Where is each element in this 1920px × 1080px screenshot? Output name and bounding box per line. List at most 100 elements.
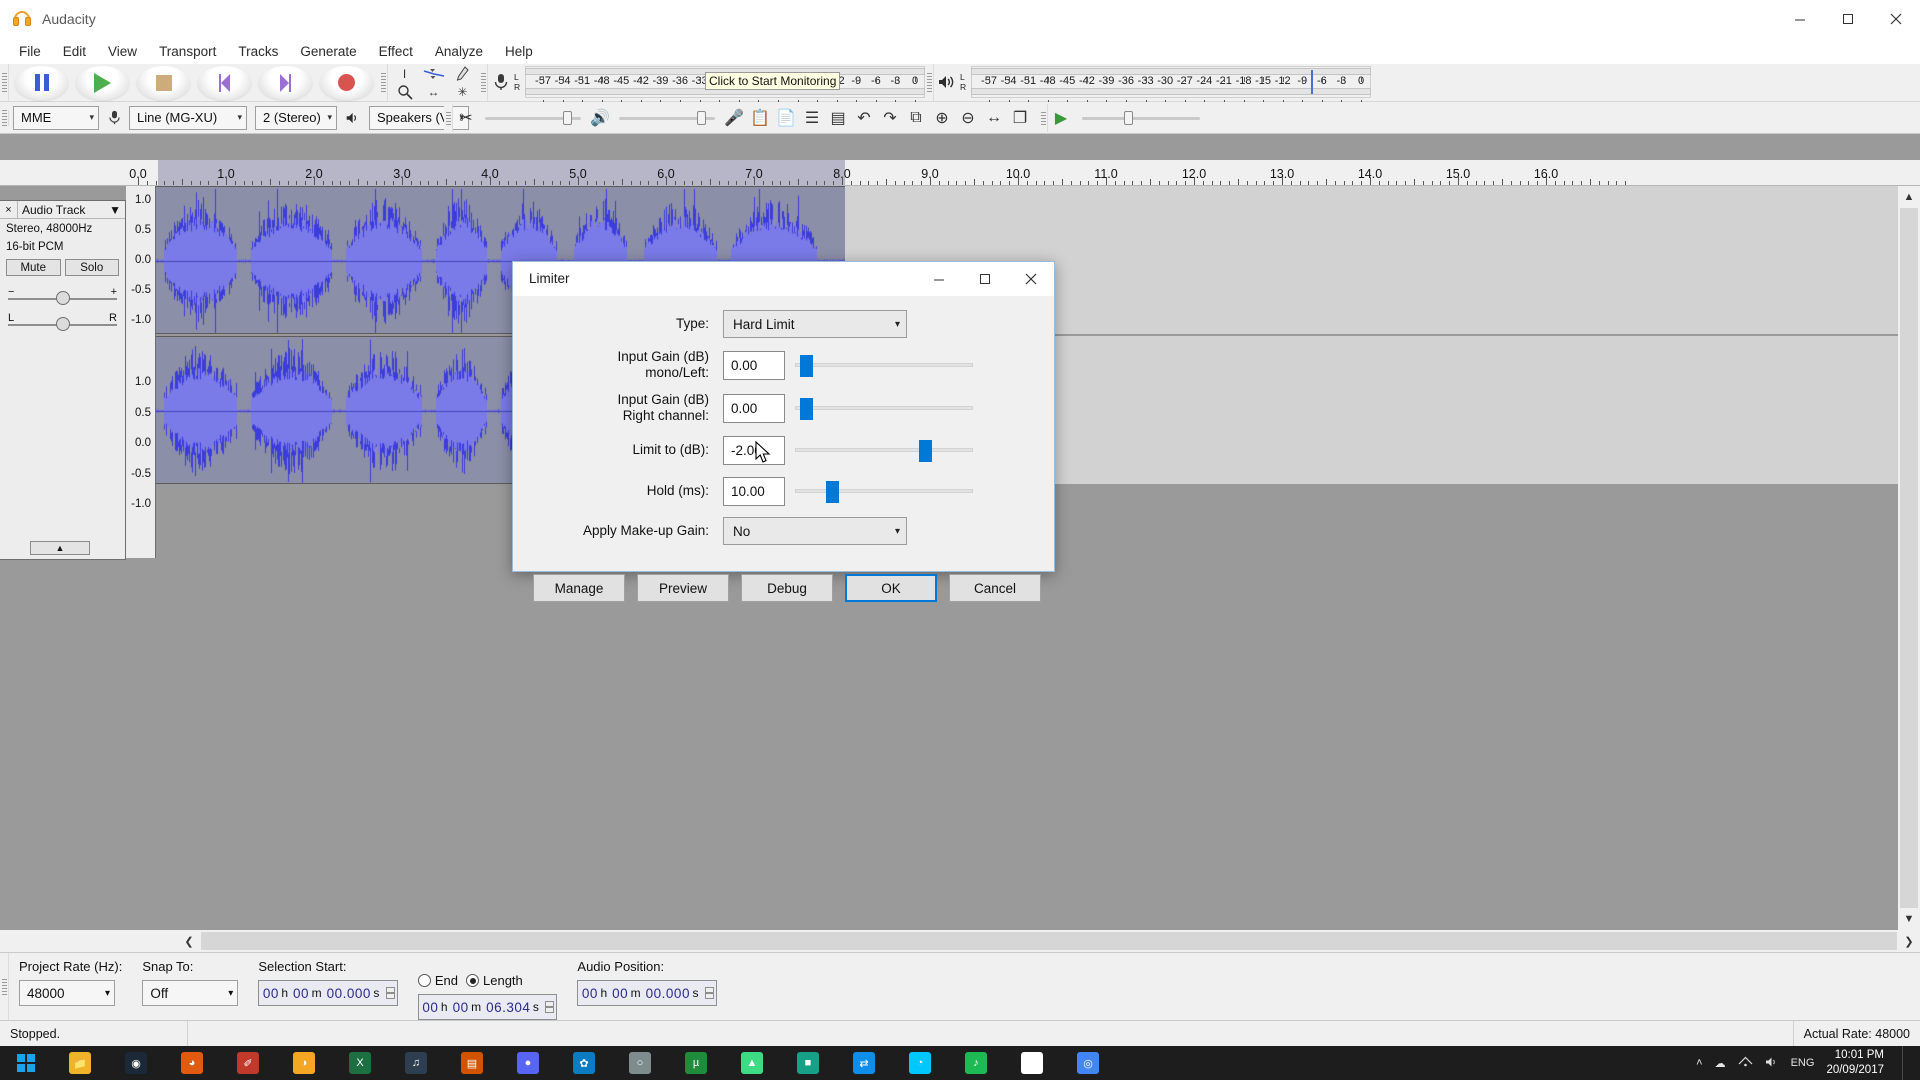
multi-tool[interactable]: ✳ xyxy=(448,83,477,101)
playback-speed-slider[interactable] xyxy=(1082,111,1200,125)
skip-to-end-button[interactable] xyxy=(255,65,316,101)
taskbar-firefox[interactable]: ◕ xyxy=(164,1046,220,1080)
selection-start-spinner[interactable] xyxy=(386,987,395,999)
clock[interactable]: 10:01 PM 20/09/2017 xyxy=(1826,1048,1890,1078)
menu-help[interactable]: Help xyxy=(494,41,544,62)
paste-icon[interactable]: 📄 xyxy=(773,105,799,131)
menu-generate[interactable]: Generate xyxy=(289,41,367,62)
sync-lock-icon[interactable]: ⧉ xyxy=(903,105,929,131)
selection-tool[interactable]: I xyxy=(390,65,419,83)
taskbar-file-explorer[interactable]: 📁 xyxy=(52,1046,108,1080)
selection-toolbar-grabber[interactable] xyxy=(0,953,9,1021)
redo-icon[interactable]: ↷ xyxy=(877,105,903,131)
hold-field[interactable]: 10.00 xyxy=(723,477,785,506)
tray-chevron-icon[interactable]: ˄ xyxy=(1696,1057,1702,1069)
taskbar-notes[interactable]: ✐ xyxy=(220,1046,276,1080)
audio-position-time[interactable]: 00 h 00 m 00.000 s xyxy=(577,980,717,1006)
input-gain-left-slider[interactable] xyxy=(795,350,973,380)
gain-slider[interactable]: − + xyxy=(8,286,117,308)
track-name-dropdown[interactable]: Audio Track ▼ xyxy=(18,203,125,217)
play-at-speed-button[interactable]: ▶ xyxy=(1048,105,1074,131)
menu-file[interactable]: File xyxy=(8,41,52,62)
dialog-maximize-icon[interactable] xyxy=(962,262,1008,296)
audio-host-select[interactable]: MME▾ xyxy=(13,106,99,130)
taskbar-utorrent[interactable]: µ xyxy=(668,1046,724,1080)
audio-position-spinner[interactable] xyxy=(705,987,714,999)
menu-transport[interactable]: Transport xyxy=(148,41,227,62)
type-select[interactable]: Hard Limit ▾ xyxy=(723,310,907,338)
cut-icon[interactable]: ✂ xyxy=(453,105,479,131)
end-radio[interactable]: End xyxy=(418,973,458,988)
silence-icon[interactable]: ▤ xyxy=(825,105,851,131)
snap-to-select[interactable]: Off▾ xyxy=(142,980,238,1006)
mute-button[interactable]: Mute xyxy=(6,259,61,276)
fit-project-button[interactable]: ❐ xyxy=(1007,105,1033,131)
tools-toolbar-grabber[interactable] xyxy=(379,64,388,101)
recording-volume-slider[interactable] xyxy=(619,111,715,125)
solo-button[interactable]: Solo xyxy=(65,259,120,276)
end-radio-button[interactable] xyxy=(418,974,431,987)
zoom-tool[interactable] xyxy=(390,83,419,101)
play-at-speed-grabber[interactable] xyxy=(1039,104,1048,132)
limit-to-field[interactable]: -2.00 xyxy=(723,436,785,465)
length-radio[interactable]: Length xyxy=(466,973,523,988)
stop-button[interactable] xyxy=(133,65,194,101)
scroll-down-button[interactable]: ▼ xyxy=(1898,908,1920,930)
timeshift-tool[interactable]: ↔ xyxy=(419,83,448,101)
scroll-left-button[interactable]: ❮ xyxy=(178,930,200,952)
vertical-scroll-track[interactable] xyxy=(1900,208,1918,908)
taskbar-teamviewer[interactable]: ⇄ xyxy=(836,1046,892,1080)
horizontal-scrollbar[interactable]: ❮ ❯ xyxy=(0,930,1920,952)
scroll-up-button[interactable]: ▲ xyxy=(1898,186,1920,208)
taskbar-audacity[interactable]: ◑ xyxy=(276,1046,332,1080)
taskbar-spotify[interactable]: ♪ xyxy=(948,1046,1004,1080)
taskbar-sheet-music[interactable]: ♫ xyxy=(388,1046,444,1080)
menu-tracks[interactable]: Tracks xyxy=(227,41,289,62)
recording-device-select[interactable]: Line (MG-XU)▾ xyxy=(129,106,247,130)
close-icon[interactable] xyxy=(1872,0,1920,38)
collapse-track-button[interactable]: ▲ xyxy=(30,541,90,555)
recording-channels-select[interactable]: 2 (Stereo)▾ xyxy=(255,106,337,130)
input-gain-right-slider[interactable] xyxy=(795,393,973,423)
cancel-button[interactable]: Cancel xyxy=(949,574,1041,602)
dialog-close-icon[interactable] xyxy=(1008,262,1054,296)
makeup-gain-select[interactable]: No ▾ xyxy=(723,517,907,545)
edit-toolbar-grabber[interactable] xyxy=(444,104,453,132)
taskbar-mail[interactable]: ✉ xyxy=(1004,1046,1060,1080)
hold-slider[interactable] xyxy=(795,476,973,506)
vertical-scrollbar[interactable]: ▲ ▼ xyxy=(1898,186,1920,930)
play-meter-toolbar[interactable]: LR -57-54-51-48-45-42-39-36-33-30-27-24-… xyxy=(934,64,1371,100)
taskbar-paint[interactable]: ✿ xyxy=(556,1046,612,1080)
start-button[interactable] xyxy=(0,1046,52,1080)
zoom-in-button[interactable]: ⊕ xyxy=(929,105,955,131)
onedrive-icon[interactable]: ☁ xyxy=(1715,1057,1726,1070)
manage-button[interactable]: Manage xyxy=(533,574,625,602)
skip-to-start-button[interactable] xyxy=(194,65,255,101)
input-gain-left-field[interactable]: 0.00 xyxy=(723,351,785,380)
selection-length-spinner[interactable] xyxy=(545,1001,554,1013)
taskbar-steam[interactable]: ◉ xyxy=(108,1046,164,1080)
taskbar-photoshop[interactable]: ◔ xyxy=(892,1046,948,1080)
taskbar-voicemeeter[interactable]: ▤ xyxy=(444,1046,500,1080)
taskbar-green-app[interactable]: ■ xyxy=(780,1046,836,1080)
debug-button[interactable]: Debug xyxy=(741,574,833,602)
ok-button[interactable]: OK xyxy=(845,574,937,602)
record-meter-toolbar[interactable]: LR -57-54-51-48-45-42-39-36-33-30-27-24-… xyxy=(488,64,925,100)
horizontal-scroll-track[interactable] xyxy=(201,932,1897,950)
taskbar-excel[interactable]: X xyxy=(332,1046,388,1080)
network-icon[interactable] xyxy=(1738,1056,1753,1071)
dialog-minimize-icon[interactable] xyxy=(916,262,962,296)
menu-edit[interactable]: Edit xyxy=(52,41,97,62)
play-meter-grabber[interactable] xyxy=(925,64,934,101)
draw-tool[interactable] xyxy=(448,65,477,83)
volume-icon[interactable] xyxy=(1765,1056,1779,1071)
show-desktop-button[interactable] xyxy=(1902,1046,1910,1080)
transport-toolbar-grabber[interactable] xyxy=(0,64,9,101)
timeline-ruler[interactable]: 0.01.02.03.04.05.06.07.08.09.010.011.012… xyxy=(0,160,1920,186)
menu-analyze[interactable]: Analyze xyxy=(424,41,494,62)
undo-icon[interactable]: ↶ xyxy=(851,105,877,131)
close-track-button[interactable]: × xyxy=(0,201,18,218)
taskbar-android-studio[interactable]: ▲ xyxy=(724,1046,780,1080)
maximize-icon[interactable] xyxy=(1824,0,1872,38)
fit-selection-button[interactable]: ↔ xyxy=(981,105,1007,131)
